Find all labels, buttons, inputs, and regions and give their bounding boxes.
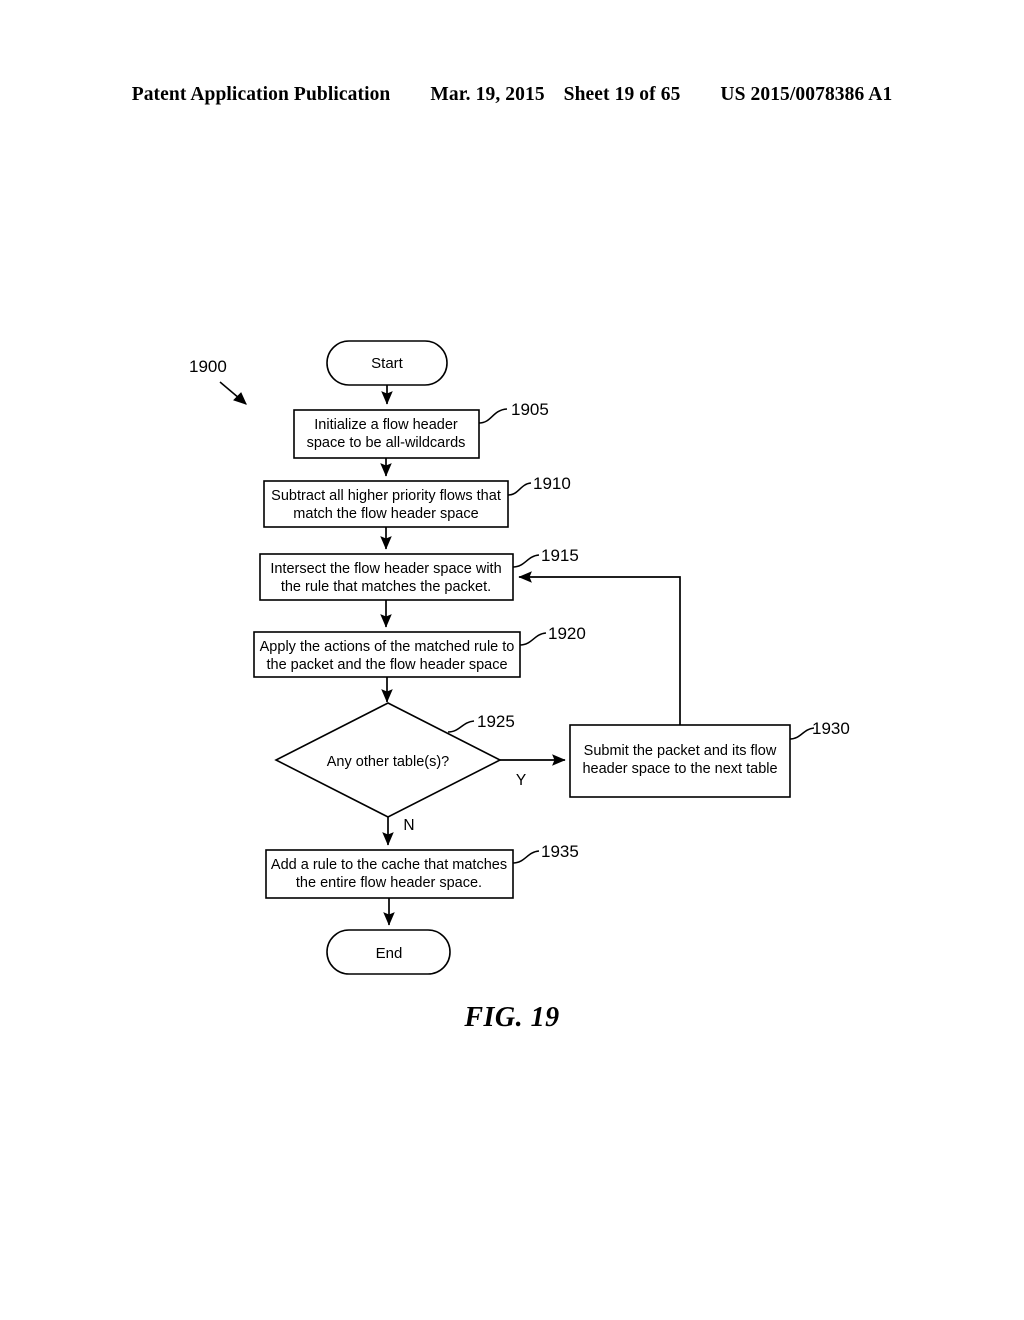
node-1910: Subtract all higher priority flows that … bbox=[263, 474, 571, 528]
node-1925: Any other table(s)? 1925 bbox=[274, 702, 515, 818]
diagram-ref-1900-label: 1900 bbox=[189, 357, 227, 376]
node-1905-line-2: space to be all-wildcards bbox=[307, 435, 466, 451]
node-1930-ref-label: 1930 bbox=[812, 719, 850, 738]
node-1930: Submit the packet and its flow header sp… bbox=[569, 719, 850, 798]
node-1915-line-1: Intersect the flow header space with bbox=[270, 561, 501, 577]
node-1915-ref-leader bbox=[512, 554, 540, 568]
node-1935-ref-label: 1935 bbox=[541, 842, 579, 861]
node-1935-line-2: the entire flow header space. bbox=[296, 875, 482, 891]
node-1905-ref-leader bbox=[478, 408, 508, 424]
node-start: Start bbox=[326, 340, 448, 386]
node-1920-ref-label: 1920 bbox=[548, 624, 586, 643]
node-1935: Add a rule to the cache that matches the… bbox=[265, 842, 579, 899]
node-1910-ref-label: 1910 bbox=[533, 474, 571, 493]
node-1935-line-1: Add a rule to the cache that matches bbox=[271, 857, 507, 873]
node-1910-line-1: Subtract all higher priority flows that bbox=[271, 488, 501, 504]
node-1915: Intersect the flow header space with the… bbox=[259, 546, 579, 601]
node-1905-line-1: Initialize a flow header bbox=[314, 417, 458, 433]
node-1925-ref-label: 1925 bbox=[477, 712, 515, 731]
node-end: End bbox=[326, 929, 451, 975]
node-1920-ref-leader bbox=[519, 632, 547, 646]
figure-caption: FIG. 19 bbox=[464, 1002, 560, 1033]
branch-label-yes: Y bbox=[516, 772, 526, 789]
node-1930-line-1: Submit the packet and its flow bbox=[584, 743, 777, 759]
node-1910-line-2: match the flow header space bbox=[293, 506, 478, 522]
node-1925-ref-leader bbox=[447, 720, 475, 733]
diagram-ref-1900: 1900 bbox=[189, 357, 247, 405]
patent-page: Patent Application Publication Mar. 19, … bbox=[0, 0, 1024, 1320]
node-1930-ref-leader bbox=[789, 727, 815, 740]
node-1905: Initialize a flow header space to be all… bbox=[293, 400, 549, 459]
node-1905-ref-label: 1905 bbox=[511, 400, 549, 419]
edge-1930-to-1915-feedback bbox=[518, 571, 681, 725]
branch-label-no: N bbox=[403, 817, 414, 834]
flowchart-figure: 1900 Start Initialize a flow header spac… bbox=[189, 340, 850, 975]
node-1930-line-2: header space to the next table bbox=[582, 761, 777, 777]
node-1935-ref-leader bbox=[512, 850, 540, 864]
node-1920-line-1: Apply the actions of the matched rule to bbox=[260, 639, 515, 655]
node-1915-line-2: the rule that matches the packet. bbox=[281, 579, 491, 595]
node-1910-ref-leader bbox=[507, 482, 532, 496]
node-1915-ref-label: 1915 bbox=[541, 546, 579, 565]
node-1920-line-2: the packet and the flow header space bbox=[266, 657, 507, 673]
node-1920: Apply the actions of the matched rule to… bbox=[253, 624, 586, 678]
node-1925-line-1: Any other table(s)? bbox=[327, 754, 450, 770]
end-terminator-label: End bbox=[376, 945, 403, 962]
start-terminator-label: Start bbox=[371, 355, 404, 372]
